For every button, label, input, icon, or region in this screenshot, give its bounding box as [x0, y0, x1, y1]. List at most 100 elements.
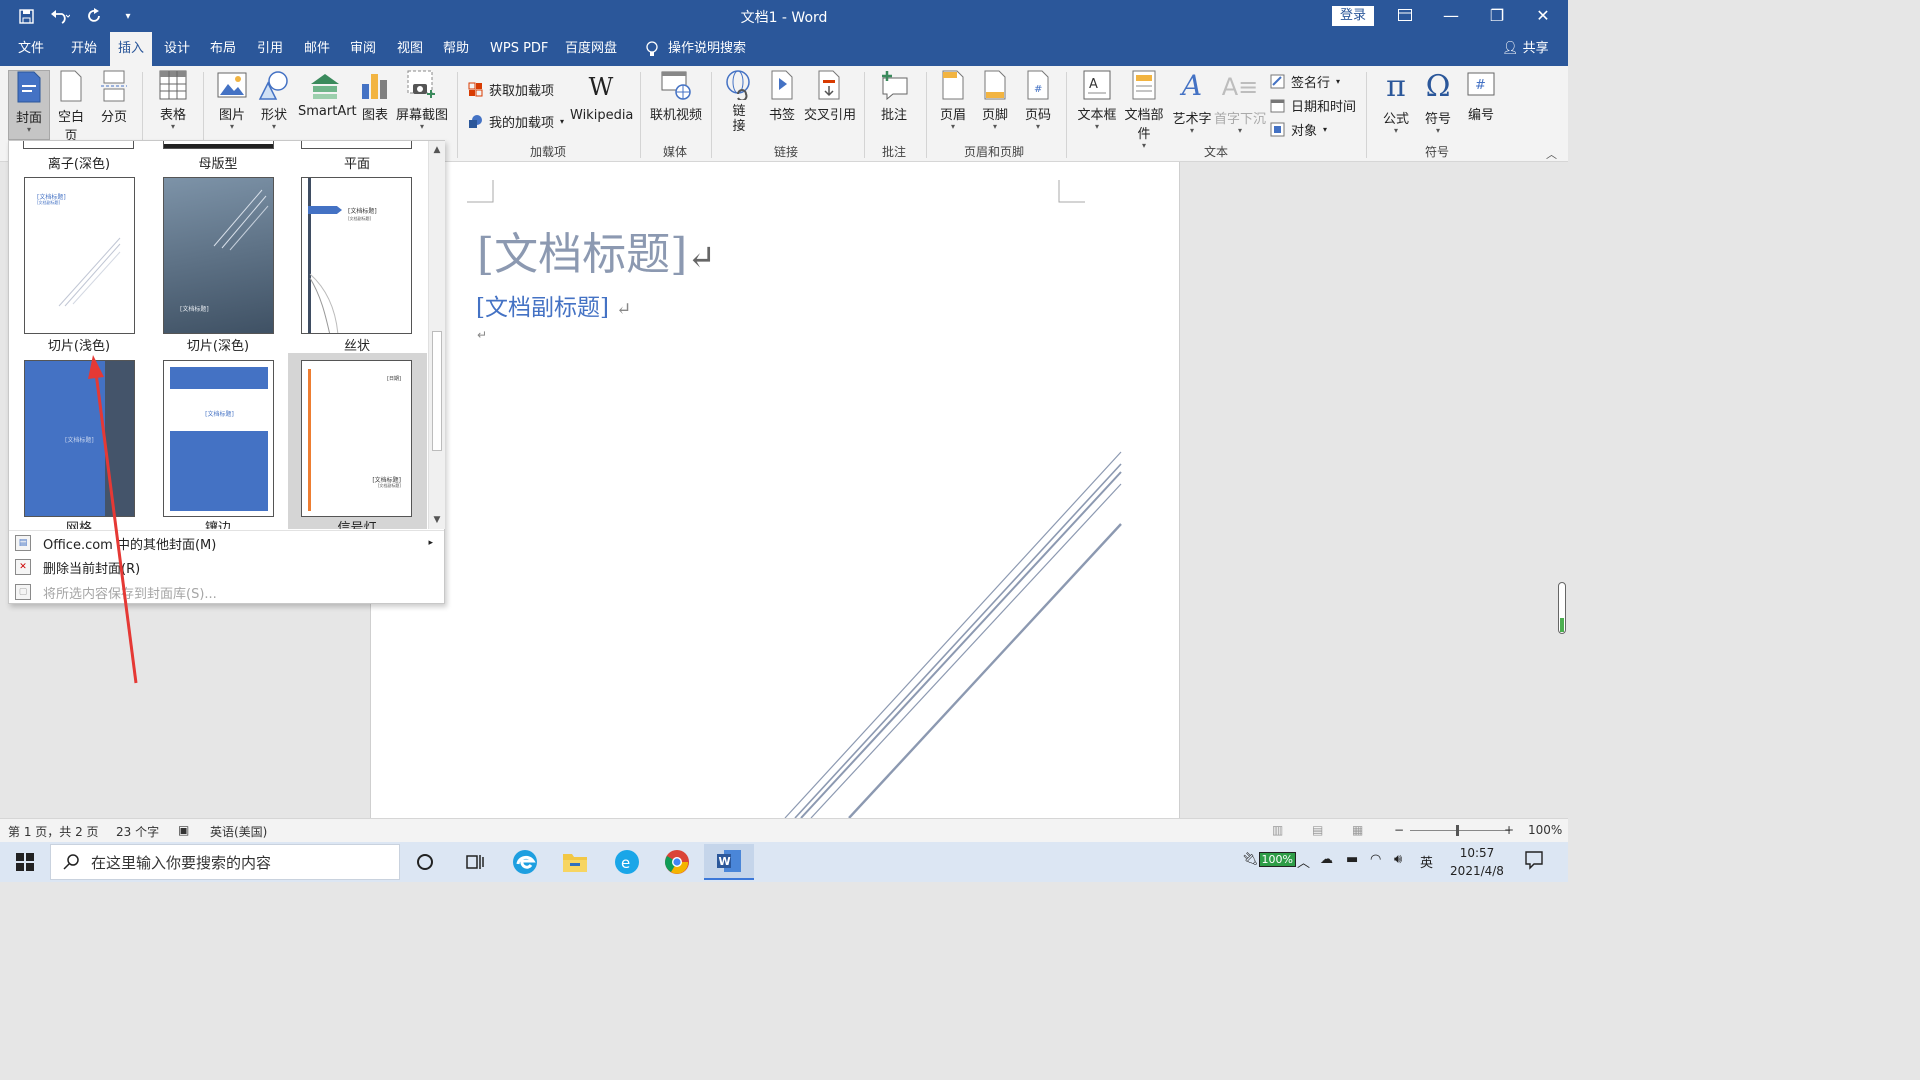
- zoom-slider-handle[interactable]: [1456, 825, 1459, 836]
- tab-layout[interactable]: 布局: [202, 32, 244, 66]
- word-taskbar-icon[interactable]: W: [704, 844, 754, 880]
- tab-help[interactable]: 帮助: [435, 32, 477, 66]
- clock[interactable]: 10:57 2021/4/8: [1449, 844, 1505, 880]
- cover-thumbnail-partial[interactable]: [23, 141, 134, 149]
- collapse-ribbon-icon[interactable]: ︿: [1546, 146, 1557, 162]
- bookmark-button[interactable]: 书签: [766, 70, 798, 123]
- tab-design[interactable]: 设计: [156, 32, 198, 66]
- ime-indicator[interactable]: 英: [1420, 852, 1433, 871]
- save-to-cover-gallery-menu-item[interactable]: ▢ 将所选内容保存到封面库(S)...: [9, 581, 443, 603]
- picture-button[interactable]: 图片 ▾: [214, 70, 250, 131]
- gallery-scroll-thumb[interactable]: [432, 331, 442, 451]
- tab-view[interactable]: 视图: [389, 32, 431, 66]
- wifi-icon[interactable]: ◠: [1370, 852, 1381, 867]
- read-mode-icon[interactable]: ▥: [1272, 823, 1283, 837]
- web-layout-icon[interactable]: ▦: [1352, 823, 1363, 837]
- cover-page-button[interactable]: 封面 ▾: [8, 70, 50, 140]
- number-button[interactable]: # 编号: [1462, 70, 1500, 123]
- language-indicator[interactable]: 英语(美国): [210, 823, 267, 840]
- vertical-scrollbar-thumb[interactable]: [1558, 582, 1566, 634]
- blank-page-button[interactable]: 空白页: [52, 70, 90, 144]
- cover-sideline[interactable]: [日期] [文档标题] [文档副标题]: [301, 360, 412, 517]
- zoom-slider[interactable]: [1410, 825, 1510, 836]
- signature-line-button[interactable]: 签名行 ▾: [1270, 72, 1340, 91]
- gallery-scrollbar[interactable]: ▲ ▼: [428, 141, 445, 529]
- page-count[interactable]: 第 1 页，共 2 页: [8, 823, 99, 840]
- smartart-icon: [311, 74, 339, 99]
- zoom-out-icon[interactable]: −: [1394, 823, 1404, 837]
- table-button[interactable]: 表格 ▾: [155, 70, 191, 131]
- login-button[interactable]: 登录: [1332, 6, 1374, 26]
- textbox-button[interactable]: A 文本框 ▾: [1076, 70, 1118, 131]
- object-button[interactable]: 对象 ▾: [1270, 120, 1327, 139]
- remove-cover-menu-item[interactable]: ✕ 删除当前封面(R): [9, 556, 443, 578]
- battery-icon[interactable]: ▬: [1346, 852, 1358, 867]
- cover-banded[interactable]: [文档标题]: [163, 360, 274, 517]
- task-view-icon[interactable]: [460, 848, 490, 876]
- zoom-level[interactable]: 100%: [1528, 823, 1562, 837]
- wikipedia-button[interactable]: W Wikipedia: [570, 70, 633, 123]
- cross-reference-button[interactable]: 交叉引用: [804, 70, 856, 123]
- document-title[interactable]: [文档标题]↵: [477, 218, 716, 282]
- cover-thumbnail-partial[interactable]: [163, 141, 274, 149]
- minimize-icon[interactable]: —: [1428, 4, 1474, 28]
- cover-filigree[interactable]: [文档标题] [文档副标题]: [301, 177, 412, 334]
- show-hidden-icons-icon[interactable]: ︿: [1297, 852, 1310, 871]
- print-layout-icon[interactable]: ▤: [1312, 823, 1323, 837]
- windows-start-icon[interactable]: [10, 848, 40, 876]
- get-addins-button[interactable]: 获取加载项: [468, 80, 554, 99]
- screenshot-button[interactable]: 屏幕截图 ▾: [396, 70, 448, 131]
- tab-references[interactable]: 引用: [249, 32, 291, 66]
- file-explorer-icon[interactable]: [560, 848, 590, 876]
- comment-button[interactable]: 批注: [876, 70, 912, 123]
- page-number-button[interactable]: # 页码 ▾: [1022, 70, 1054, 131]
- zoom-in-icon[interactable]: +: [1504, 823, 1514, 837]
- smartart-button[interactable]: SmartArt: [298, 70, 357, 119]
- cover-thumbnail-partial[interactable]: [301, 141, 412, 149]
- tab-home[interactable]: 开始: [63, 32, 105, 66]
- tab-baidu-netdisk[interactable]: 百度网盘: [557, 32, 625, 66]
- tab-wps-pdf[interactable]: WPS PDF: [482, 32, 556, 66]
- restore-icon[interactable]: ❐: [1474, 4, 1520, 28]
- close-icon[interactable]: ✕: [1520, 4, 1566, 28]
- tell-me-search[interactable]: 操作说明搜索: [638, 32, 754, 66]
- page-break-button[interactable]: 分页: [96, 70, 132, 125]
- cover-slice-dark[interactable]: [文档标题]: [163, 177, 274, 334]
- tab-insert[interactable]: 插入: [110, 32, 153, 66]
- my-addins-button[interactable]: 我的加载项 ▾: [468, 112, 564, 131]
- more-covers-office-menu-item[interactable]: ▤ Office.com 中的其他封面(M) ▸: [9, 532, 443, 554]
- chrome-icon[interactable]: [662, 848, 692, 876]
- ie-browser-icon[interactable]: e: [612, 848, 642, 876]
- shapes-button[interactable]: 形状 ▾: [256, 70, 292, 131]
- scroll-up-icon[interactable]: ▲: [429, 143, 445, 158]
- cortana-icon[interactable]: [410, 848, 440, 876]
- online-video-button[interactable]: 联机视频: [648, 70, 704, 123]
- share-button[interactable]: 👤︎ 共享: [1502, 32, 1549, 66]
- tab-review[interactable]: 审阅: [342, 32, 384, 66]
- header-button[interactable]: 页眉 ▾: [938, 70, 968, 131]
- quick-parts-button[interactable]: 文档部件 ▾: [1120, 70, 1168, 150]
- equation-button[interactable]: π 公式 ▾: [1376, 70, 1416, 135]
- scroll-down-icon[interactable]: ▼: [429, 513, 445, 528]
- proofing-icon[interactable]: ▣: [178, 823, 189, 837]
- word-count[interactable]: 23 个字: [116, 823, 159, 840]
- onedrive-icon[interactable]: ☁: [1320, 852, 1333, 867]
- date-time-button[interactable]: 日期和时间: [1270, 96, 1356, 115]
- battery-indicator[interactable]: 🔌︎ 100%: [1242, 852, 1296, 867]
- tab-mailings[interactable]: 邮件: [296, 32, 338, 66]
- edge-icon[interactable]: [510, 848, 540, 876]
- tab-file[interactable]: 文件: [10, 32, 52, 66]
- chart-button[interactable]: 图表: [358, 70, 392, 123]
- taskbar-search-box[interactable]: 在这里输入你要搜索的内容: [50, 844, 400, 880]
- link-button[interactable]: 链接: [722, 70, 756, 134]
- notification-center-icon[interactable]: [1524, 850, 1544, 874]
- document-page[interactable]: [文档标题]↵ [文档副标题] ↵ ↵: [370, 162, 1180, 818]
- footer-button[interactable]: 页脚 ▾: [980, 70, 1010, 131]
- ribbon-display-icon[interactable]: [1382, 4, 1428, 28]
- document-subtitle[interactable]: [文档副标题] ↵: [476, 288, 631, 322]
- cover-slice-light[interactable]: [文档标题] [文档副标题]: [24, 177, 135, 334]
- volume-icon[interactable]: 🔊︎: [1394, 852, 1402, 867]
- wordart-button[interactable]: A 艺术字 ▾: [1172, 70, 1212, 135]
- symbol-button[interactable]: Ω 符号 ▾: [1418, 70, 1458, 135]
- drop-cap-button[interactable]: A≡ 首字下沉 ▾: [1214, 70, 1266, 135]
